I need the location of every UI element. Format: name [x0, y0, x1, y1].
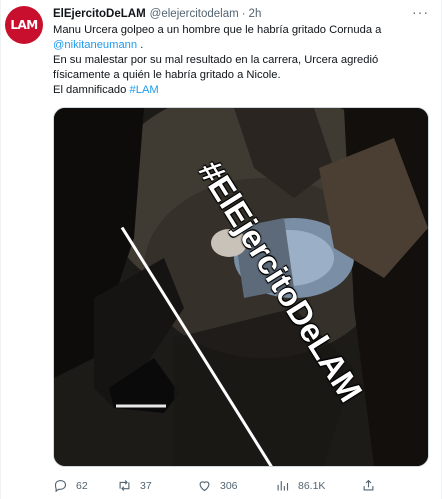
views-chart-icon — [277, 481, 289, 491]
tweet-photo[interactable]: #ElEjercitoDeLAM — [53, 107, 429, 467]
avatar-logo-text: LAM — [10, 18, 38, 32]
view-count: 86.1K — [298, 479, 326, 492]
tweet-text: Manu Urcera golpeo a un hombre que le ha… — [53, 23, 429, 98]
tweet-content: ElEjercitoDeLAM @elejercitodelam · 2h ··… — [53, 5, 429, 467]
hashtag-link[interactable]: #LAM — [130, 84, 159, 96]
retweet-button[interactable]: 37 — [117, 478, 197, 493]
like-count: 306 — [220, 479, 238, 492]
more-options-icon[interactable]: ··· — [412, 5, 429, 20]
separator-dot: · — [241, 8, 246, 20]
timestamp[interactable]: 2h — [249, 7, 262, 22]
share-icon — [363, 479, 374, 491]
tweet-text-line: físicamente a quién le habría gritado a … — [53, 69, 281, 81]
user-handle[interactable]: @elejercitodelam — [150, 7, 239, 22]
mention-link[interactable]: @nikitaneumann — [53, 39, 137, 51]
reply-icon — [54, 479, 67, 493]
share-button[interactable] — [361, 478, 391, 493]
retweet-count: 37 — [140, 479, 152, 492]
views-button[interactable]: 86.1K — [275, 478, 361, 493]
tweet-text-fragment: El damnificado — [53, 84, 130, 96]
tweet-actions: 62 37 306 86.1K — [53, 478, 429, 493]
tweet[interactable]: LAM ElEjercitoDeLAM @elejercitodelam · 2… — [0, 0, 442, 499]
tweet-text-line: En su malestar por su mal resultado en l… — [53, 54, 379, 66]
reply-button[interactable]: 62 — [53, 478, 115, 493]
tweet-text-fragment: . — [137, 39, 144, 51]
reply-count: 62 — [76, 479, 88, 492]
tweet-header: ElEjercitoDeLAM @elejercitodelam · 2h ··… — [53, 5, 429, 22]
retweet-icon — [119, 480, 130, 491]
photo-scene — [54, 108, 428, 466]
like-button[interactable]: 306 — [197, 478, 275, 493]
avatar[interactable]: LAM — [5, 6, 43, 44]
tweet-text-line: Manu Urcera golpeo a un hombre que le ha… — [53, 24, 382, 36]
display-name[interactable]: ElEjercitoDeLAM — [53, 7, 146, 22]
heart-icon — [199, 481, 210, 492]
